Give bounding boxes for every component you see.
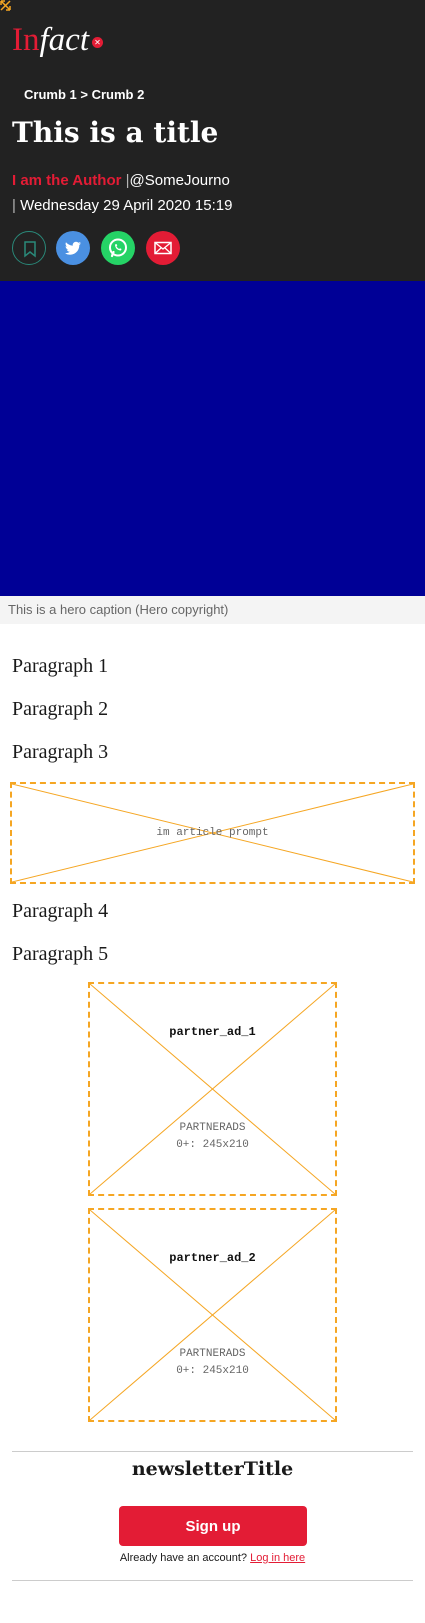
bookmark-icon bbox=[24, 241, 36, 258]
publish-date: Wednesday 29 April 2020 15:19 bbox=[20, 197, 233, 214]
ad-slot-size: 0+: 245x210 bbox=[176, 1139, 249, 1151]
article-paragraph: Paragraph 5 bbox=[12, 943, 109, 965]
email-icon bbox=[154, 241, 172, 255]
newsletter-divider-bottom bbox=[12, 1580, 413, 1581]
hero-caption: This is a hero caption (Hero copyright) bbox=[8, 602, 229, 617]
whatsapp-icon bbox=[109, 238, 127, 258]
author-handle[interactable]: @SomeJourno bbox=[130, 172, 230, 189]
logo-badge-icon: ✕ bbox=[91, 36, 103, 48]
partner-ad-1[interactable]: partner_ad_1 PARTNERADS 0+: 245x210 bbox=[88, 982, 337, 1196]
article-paragraph: Paragraph 3 bbox=[12, 741, 109, 763]
placeholder-cross-icon bbox=[90, 984, 335, 1194]
partner-ad-2[interactable]: partner_ad_2 PARTNERADS 0+: 245x210 bbox=[88, 1208, 337, 1422]
login-prompt: Already have an account? Log in here bbox=[0, 1550, 425, 1566]
byline: I am the Author |@SomeJourno bbox=[12, 170, 230, 192]
twitter-icon bbox=[65, 241, 81, 255]
breadcrumb-crumb-2[interactable]: Crumb 2 bbox=[92, 87, 145, 102]
expand-arrows-icon[interactable] bbox=[0, 0, 11, 11]
breadcrumb-crumb-1[interactable]: Crumb 1 bbox=[24, 87, 77, 102]
newsletter-divider-top bbox=[12, 1451, 413, 1452]
bookmark-button[interactable] bbox=[12, 231, 46, 265]
page-title: This is a title bbox=[12, 116, 219, 149]
login-prompt-text: Already have an account? bbox=[119, 1552, 248, 1564]
article-prompt-label: im article prompt bbox=[156, 827, 269, 839]
article-paragraph: Paragraph 2 bbox=[12, 698, 109, 720]
hero-image bbox=[0, 281, 425, 596]
newsletter-title: newsletterTitle bbox=[131, 1458, 294, 1480]
breadcrumb: Crumb 1 > Crumb 2 bbox=[24, 86, 144, 104]
article-paragraph: Paragraph 4 bbox=[12, 900, 109, 922]
author-name[interactable]: I am the Author bbox=[12, 172, 121, 189]
signup-button[interactable]: Sign up bbox=[119, 1506, 307, 1546]
hero-caption-bar: This is a hero caption (Hero copyright) bbox=[0, 596, 425, 624]
ad-slot-label: PARTNERADS bbox=[179, 1348, 246, 1360]
site-logo[interactable]: Infact ✕ bbox=[12, 20, 103, 60]
ad-slot-size: 0+: 245x210 bbox=[176, 1365, 249, 1377]
ad-slot-name: partner_ad_1 bbox=[169, 1025, 256, 1039]
placeholder-cross-icon bbox=[90, 1210, 335, 1420]
whatsapp-share-button[interactable] bbox=[101, 231, 135, 265]
breadcrumb-separator: > bbox=[80, 87, 88, 102]
logo-fact: fact bbox=[39, 22, 89, 58]
publish-dateline: | Wednesday 29 April 2020 15:19 bbox=[12, 195, 232, 217]
email-share-button[interactable] bbox=[146, 231, 180, 265]
date-separator: | bbox=[12, 197, 16, 214]
twitter-share-button[interactable] bbox=[56, 231, 90, 265]
logo-in: In bbox=[12, 22, 40, 58]
article-paragraph: Paragraph 1 bbox=[12, 655, 109, 677]
login-link[interactable]: Log in here bbox=[250, 1552, 305, 1564]
article-prompt-placeholder: im article prompt bbox=[10, 782, 415, 884]
ad-slot-name: partner_ad_2 bbox=[169, 1251, 256, 1265]
article-header: Infact ✕ Crumb 1 > Crumb 2 This is a titl… bbox=[0, 0, 425, 281]
ad-slot-label: PARTNERADS bbox=[179, 1122, 246, 1134]
